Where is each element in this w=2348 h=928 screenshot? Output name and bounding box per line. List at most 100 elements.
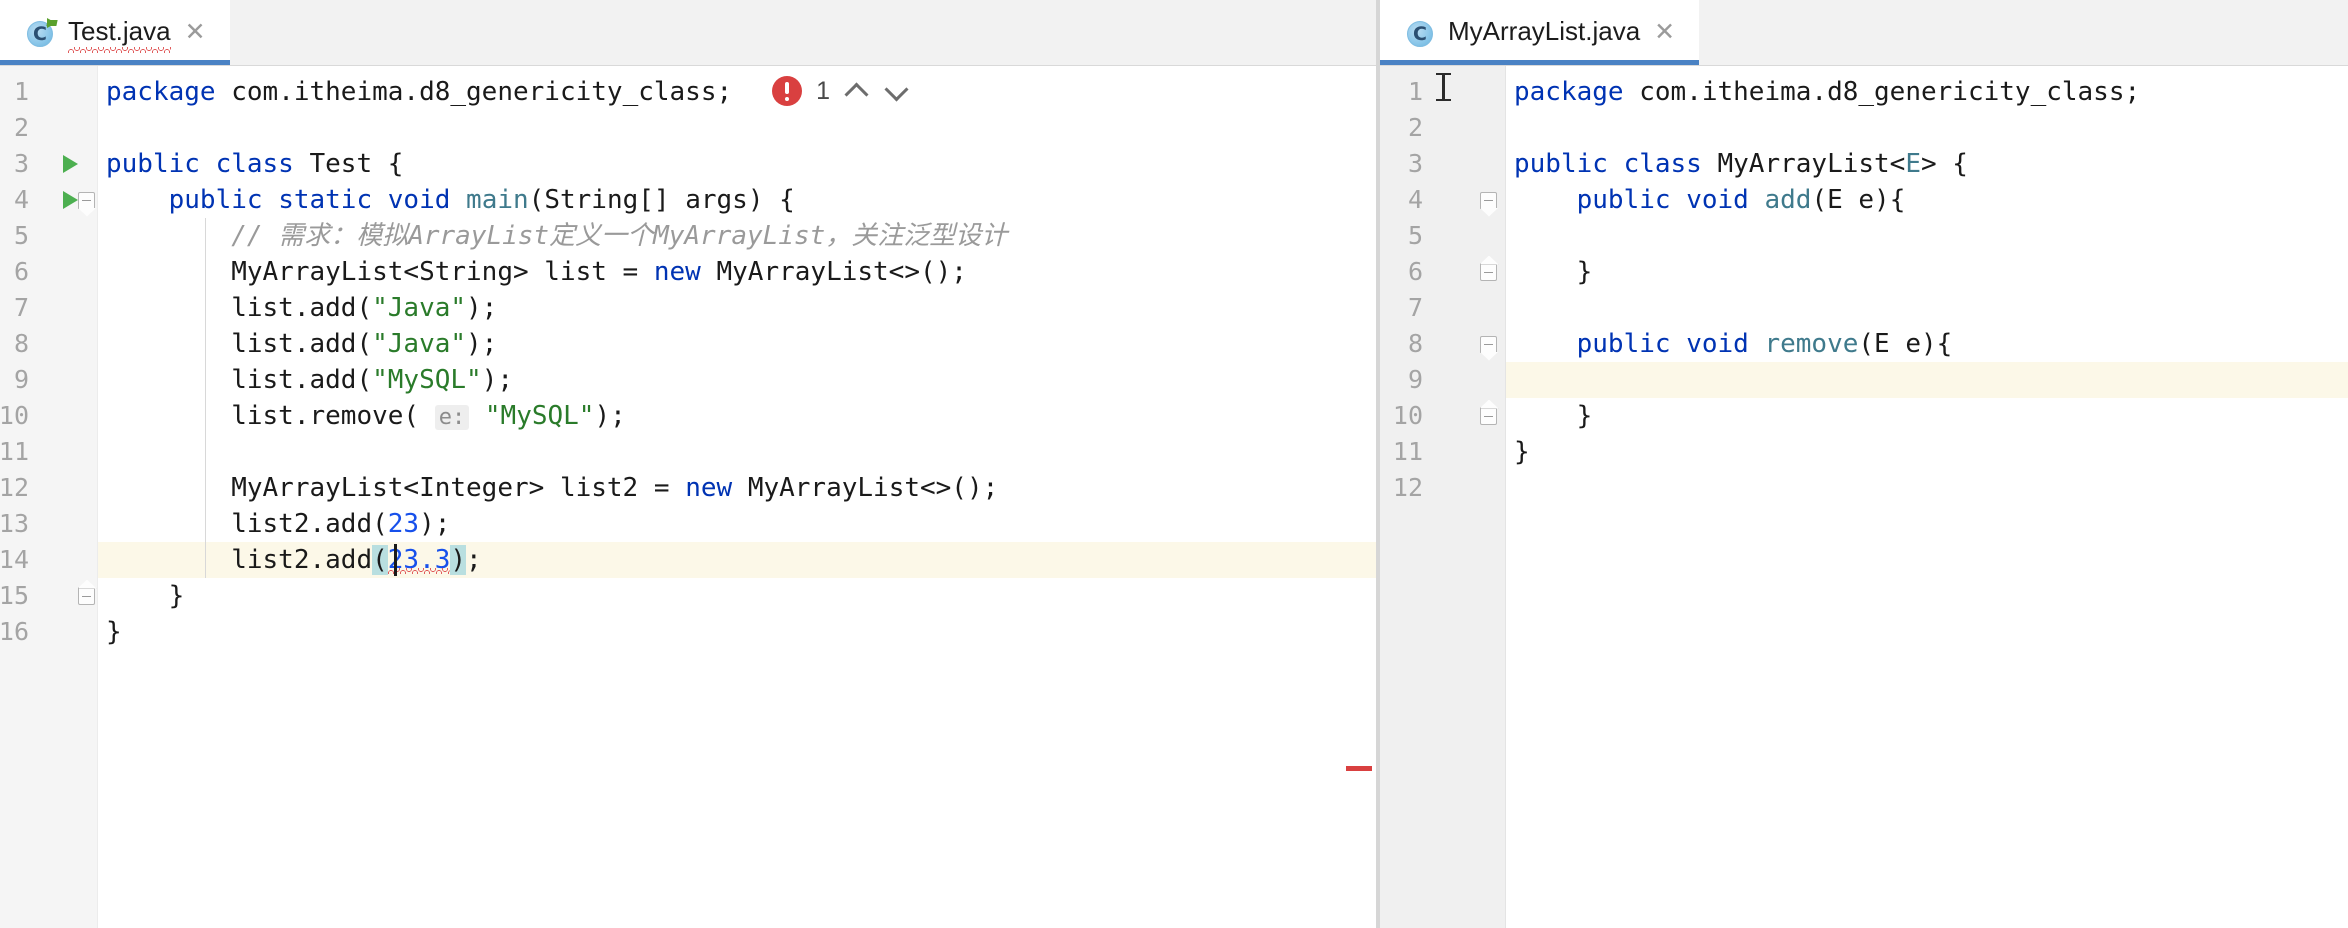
code-token: add — [1764, 185, 1812, 215]
code-token: public class — [106, 149, 310, 179]
code-line[interactable] — [1506, 110, 2348, 146]
code-token: list.remove( — [106, 401, 435, 431]
tab-bar-left: C Test.java ✕ — [0, 0, 1376, 66]
close-icon[interactable]: ✕ — [1652, 17, 1677, 49]
code-token: "MySQL" — [372, 365, 482, 395]
code-line[interactable]: public class Test { — [98, 146, 1376, 182]
java-class-icon: C — [1406, 18, 1436, 48]
line-number: 4 — [1407, 185, 1423, 214]
code-token: Test — [309, 149, 373, 179]
code-line[interactable]: list.remove( e: "MySQL"); — [98, 398, 1376, 434]
line-number: 11 — [1392, 437, 1423, 466]
code-token: list2.add( — [106, 509, 388, 539]
code-area-left[interactable]: package com.itheima.d8_genericity_class;… — [98, 66, 1376, 928]
code-line[interactable]: } — [1506, 434, 2348, 470]
code-line[interactable]: list.add("Java"); — [98, 326, 1376, 362]
line-number: 10 — [1392, 401, 1423, 430]
line-number: 11 — [0, 437, 29, 466]
code-token: } — [106, 581, 185, 611]
code-token: com.itheima.d8_genericity_class; — [1623, 77, 2141, 107]
code-line[interactable]: list.add("Java"); — [98, 290, 1376, 326]
fold-end-icon[interactable] — [1478, 398, 1498, 434]
next-error-icon[interactable] — [884, 78, 910, 104]
error-stripe-marker[interactable] — [1346, 766, 1372, 771]
line-number: 12 — [0, 473, 29, 502]
fold-end-icon[interactable] — [1478, 254, 1498, 290]
close-icon[interactable]: ✕ — [183, 17, 208, 49]
line-number: 9 — [1407, 365, 1423, 394]
code-token: > { — [1921, 149, 1968, 179]
code-line[interactable] — [1506, 290, 2348, 326]
code-line[interactable]: MyArrayList<Integer> list2 = new MyArray… — [98, 470, 1376, 506]
code-line[interactable]: // 需求：模拟ArrayList定义一个MyArrayList，关注泛型设计 — [98, 218, 1376, 254]
code-line[interactable]: package com.itheima.d8_genericity_class; — [1506, 74, 2348, 110]
matching-bracket: ) — [450, 545, 467, 575]
code-token: MyArrayList< — [1717, 149, 1906, 179]
line-number: 15 — [0, 581, 29, 610]
tab-test-java[interactable]: C Test.java ✕ — [0, 0, 230, 65]
code-token: package — [106, 77, 216, 107]
code-line[interactable] — [1506, 218, 2348, 254]
code-token: ); — [594, 401, 626, 431]
code-line[interactable] — [1506, 470, 2348, 506]
line-number: 13 — [0, 509, 29, 538]
fold-end-icon[interactable] — [76, 578, 96, 614]
prev-error-icon[interactable] — [844, 78, 870, 104]
fold-start-icon[interactable] — [76, 182, 96, 218]
editor-body-left: 1 2 3 4 5 6 7 8 9 10 11 12 13 14 15 16 package com.ithe… — [0, 66, 1376, 928]
fold-start-icon[interactable] — [1478, 326, 1498, 362]
code-token: MyArrayList<>(); — [716, 257, 967, 287]
code-line[interactable]: public void add(E e){ — [1506, 182, 2348, 218]
code-line[interactable]: public static void main(String[] args) { — [98, 182, 1376, 218]
code-line[interactable]: list2.add(23.3); — [98, 542, 1376, 578]
text-mouse-cursor — [1436, 73, 1451, 101]
fold-start-icon[interactable] — [1478, 182, 1498, 218]
error-count: 1 — [816, 76, 830, 105]
gutter-left[interactable]: 1 2 3 4 5 6 7 8 9 10 11 12 13 14 15 16 — [0, 66, 98, 928]
code-line[interactable] — [98, 110, 1376, 146]
code-token: com.itheima.d8_genericity_class; — [215, 77, 733, 107]
code-line[interactable]: public void remove(E e){ — [1506, 326, 2348, 362]
inspection-widget: 1 — [772, 76, 910, 106]
line-number: 1 — [1407, 77, 1423, 106]
code-token: MyArrayList<String> list = — [106, 257, 654, 287]
tab-bar-right: C MyArrayList.java ✕ — [1380, 0, 2348, 66]
run-gutter-icon[interactable] — [58, 146, 82, 182]
line-number: 7 — [1407, 293, 1423, 322]
code-token: MyArrayList<>(); — [747, 473, 999, 503]
tab-label: Test.java — [68, 16, 171, 53]
code-token: new — [685, 473, 748, 503]
line-number: 4 — [13, 185, 29, 214]
code-token: ); — [466, 293, 498, 323]
line-number: 7 — [13, 293, 29, 322]
code-line[interactable]: } — [1506, 254, 2348, 290]
code-token: (E e){ — [1811, 185, 1906, 215]
editor-pane-right: C MyArrayList.java ✕ 1 2 3 4 5 6 7 8 9 10 11 12 pac… — [1380, 0, 2348, 928]
line-number: 6 — [13, 257, 29, 286]
code-token: package — [1514, 77, 1624, 107]
code-token: remove — [1764, 329, 1859, 359]
gutter-right[interactable]: 1 2 3 4 5 6 7 8 9 10 11 12 — [1380, 66, 1506, 928]
code-line[interactable]: list2.add(23); — [98, 506, 1376, 542]
tab-label: MyArrayList.java — [1448, 16, 1641, 46]
code-token: list.add( — [106, 365, 373, 395]
code-line[interactable]: package com.itheima.d8_genericity_class; — [98, 74, 1376, 110]
code-line[interactable] — [1506, 362, 2348, 398]
code-area-right[interactable]: package com.itheima.d8_genericity_class;… — [1506, 66, 2348, 928]
code-line[interactable]: } — [1506, 398, 2348, 434]
code-line[interactable]: } — [98, 614, 1376, 650]
code-token: { — [372, 149, 404, 179]
code-line[interactable]: } — [98, 578, 1376, 614]
code-token: } — [1514, 257, 1593, 287]
tab-myarraylist-java[interactable]: C MyArrayList.java ✕ — [1380, 0, 1700, 65]
code-line[interactable]: list.add("MySQL"); — [98, 362, 1376, 398]
code-line[interactable]: public class MyArrayList<E> { — [1506, 146, 2348, 182]
code-token: public class — [1514, 149, 1718, 179]
error-icon — [772, 76, 803, 106]
code-token: } — [1514, 437, 1530, 467]
code-line[interactable] — [98, 434, 1376, 470]
code-line[interactable]: MyArrayList<String> list = new MyArrayLi… — [98, 254, 1376, 290]
